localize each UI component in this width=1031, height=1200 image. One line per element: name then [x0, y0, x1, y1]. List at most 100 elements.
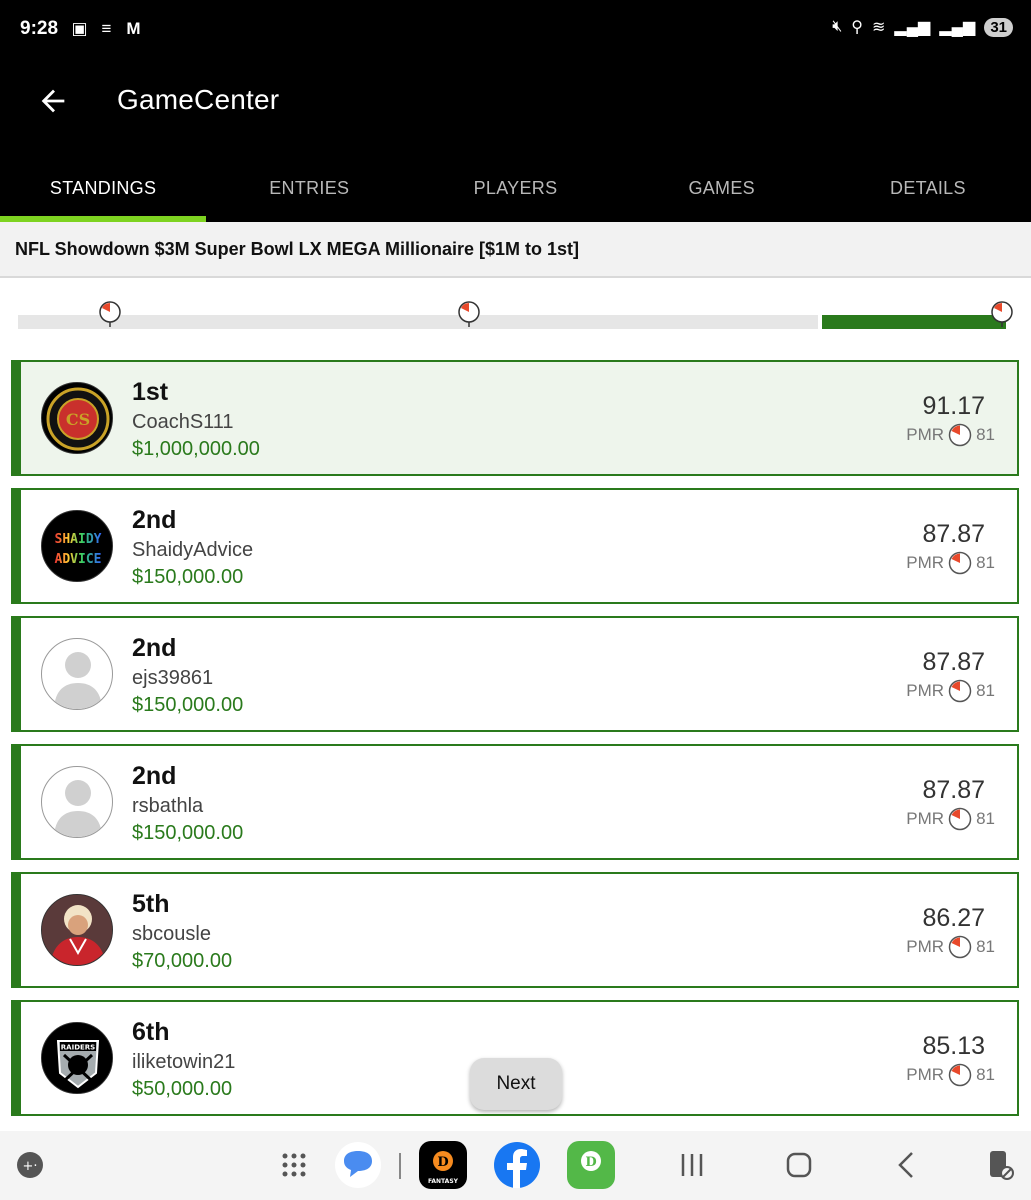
fantasy-label: FANTASY — [428, 1178, 459, 1185]
standing-row[interactable]: SHAIDY ADVICE 2nd ShaidyAdvice $150,000.… — [11, 488, 1019, 604]
rank-label: 2nd — [132, 762, 177, 790]
pmr-label: PMR — [906, 553, 945, 572]
pmr-label: PMR — [906, 937, 945, 956]
pmr-indicator: PMR 81 — [906, 423, 995, 447]
pmr-indicator: PMR 81 — [906, 935, 995, 959]
default-user-icon — [54, 652, 102, 709]
prize-amount: $1,000,000.00 — [132, 438, 260, 460]
tab-standings[interactable]: STANDINGS — [0, 166, 207, 222]
draftkings-fantasy-icon[interactable]: D FANTASY — [419, 1141, 467, 1189]
location-icon: ⚲ — [851, 19, 863, 36]
avatar: RAIDERS — [41, 1022, 113, 1094]
pmr-indicator: PMR 81 — [906, 551, 995, 575]
fantasy-points: 87.87 — [922, 648, 985, 676]
rank-label: 1st — [132, 378, 169, 406]
avatar — [41, 766, 113, 838]
default-user-icon — [54, 780, 102, 837]
prize-amount: $70,000.00 — [132, 950, 233, 972]
prize-amount: $50,000.00 — [132, 1078, 233, 1100]
fantasy-points: 91.17 — [922, 392, 985, 420]
back-icon[interactable] — [882, 1141, 930, 1189]
pmr-indicator: PMR 81 — [906, 1063, 995, 1087]
pmr-value: 81 — [976, 425, 995, 444]
timeline-marker-icon[interactable] — [990, 300, 1014, 328]
username: ejs39861 — [132, 667, 214, 689]
fantasy-points: 85.13 — [922, 1032, 985, 1060]
mute-icon: 🔇︎ — [832, 18, 843, 35]
standing-row[interactable]: 2nd ejs39861 $150,000.00 87.87 PMR 81 — [11, 616, 1019, 732]
raiders-logo-icon: RAIDERS — [42, 1023, 112, 1093]
device-status-icon[interactable] — [976, 1141, 1024, 1189]
standing-row[interactable]: 5th sbcousle $70,000.00 86.27 PMR 81 — [11, 872, 1019, 988]
tab-details[interactable]: DETAILS — [825, 166, 1031, 222]
prize-amount: $150,000.00 — [132, 694, 244, 716]
back-arrow-icon[interactable] — [36, 84, 70, 118]
avatar: CS — [41, 382, 113, 454]
app-drawer-icon[interactable] — [270, 1141, 318, 1189]
timeline-marker-icon[interactable] — [457, 300, 481, 328]
home-icon[interactable] — [775, 1141, 823, 1189]
shaidy-logo-icon: SHAIDY ADVICE — [55, 532, 102, 567]
screenshot-icon: ▣ — [71, 19, 88, 38]
pmr-clock-icon — [948, 679, 972, 703]
pmr-label: PMR — [906, 681, 945, 700]
rank-label: 2nd — [132, 634, 177, 662]
standing-row[interactable]: CS 1st CoachS111 $1,000,000.00 91.17 PMR… — [11, 360, 1019, 476]
status-time: 9:28 — [20, 18, 59, 39]
shaidy-logo-text-top: SHAIDY — [55, 532, 102, 547]
system-taskbar: +· D FANTASY D — [0, 1131, 1031, 1200]
coach-logo-icon: CS — [46, 387, 110, 451]
avatar — [41, 894, 113, 966]
signal-icon-2: ▂▄▆ — [939, 19, 976, 36]
pmr-clock-icon — [948, 807, 972, 831]
status-system-icons: 🔇︎ ⚲ ≋ ▂▄▆ ▂▄▆ 31 — [832, 17, 1013, 37]
username: sbcousle — [132, 923, 211, 945]
rank-label: 6th — [132, 1018, 170, 1046]
page-title: GameCenter — [117, 84, 280, 115]
gmail-icon: M — [126, 19, 141, 38]
username: iliketowin21 — [132, 1051, 236, 1073]
rank-label: 2nd — [132, 506, 177, 534]
progress-track — [18, 315, 818, 329]
tab-games[interactable]: GAMES — [619, 166, 825, 222]
user-photo-icon — [42, 895, 112, 965]
svg-text:D: D — [437, 1155, 448, 1170]
pmr-label: PMR — [906, 425, 945, 444]
standings-list: CS 1st CoachS111 $1,000,000.00 91.17 PMR… — [11, 360, 1019, 1128]
username: ShaidyAdvice — [132, 539, 254, 561]
avatar: SHAIDY ADVICE — [41, 510, 113, 582]
avatar — [41, 638, 113, 710]
pmr-value: 81 — [976, 937, 995, 956]
tab-players[interactable]: PLAYERS — [412, 166, 618, 222]
shaidy-logo-text-bottom: ADVICE — [55, 552, 102, 567]
tab-entries[interactable]: ENTRIES — [206, 166, 412, 222]
timeline-marker-icon[interactable] — [98, 300, 122, 328]
battery-indicator: 31 — [984, 17, 1013, 37]
coach-logo-text: CS — [66, 410, 90, 429]
pmr-indicator: PMR 81 — [906, 807, 995, 831]
standing-row[interactable]: 2nd rsbathla $150,000.00 87.87 PMR 81 — [11, 744, 1019, 860]
app-bar: GameCenter STANDINGS ENTRIES PLAYERS GAM… — [0, 62, 1031, 222]
tab-bar: STANDINGS ENTRIES PLAYERS GAMES DETAILS — [0, 166, 1031, 222]
contest-title: NFL Showdown $3M Super Bowl LX MEGA Mill… — [15, 239, 580, 259]
username: rsbathla — [132, 795, 204, 817]
pmr-value: 81 — [976, 1065, 995, 1084]
game-progress-bar — [18, 300, 1015, 334]
pmr-label: PMR — [906, 1065, 945, 1084]
svg-text:D: D — [585, 1155, 596, 1170]
fantasy-points: 87.87 — [922, 776, 985, 804]
recents-icon[interactable] — [668, 1141, 716, 1189]
pmr-label: PMR — [906, 809, 945, 828]
facebook-icon[interactable] — [493, 1141, 541, 1189]
prize-amount: $150,000.00 — [132, 822, 244, 844]
rank-label: 5th — [132, 890, 170, 918]
e-app-icon: ≡ — [101, 19, 112, 38]
pmr-indicator: PMR 81 — [906, 679, 995, 703]
contest-header: NFL Showdown $3M Super Bowl LX MEGA Mill… — [0, 222, 1031, 278]
draftkings-sportsbook-icon[interactable]: D — [567, 1141, 615, 1189]
messages-app-icon[interactable] — [334, 1141, 382, 1189]
pmr-value: 81 — [976, 809, 995, 828]
game-launcher-icon[interactable]: +· — [8, 1141, 56, 1189]
raiders-logo-text: RAIDERS — [61, 1044, 95, 1052]
next-button[interactable]: Next — [470, 1058, 562, 1110]
